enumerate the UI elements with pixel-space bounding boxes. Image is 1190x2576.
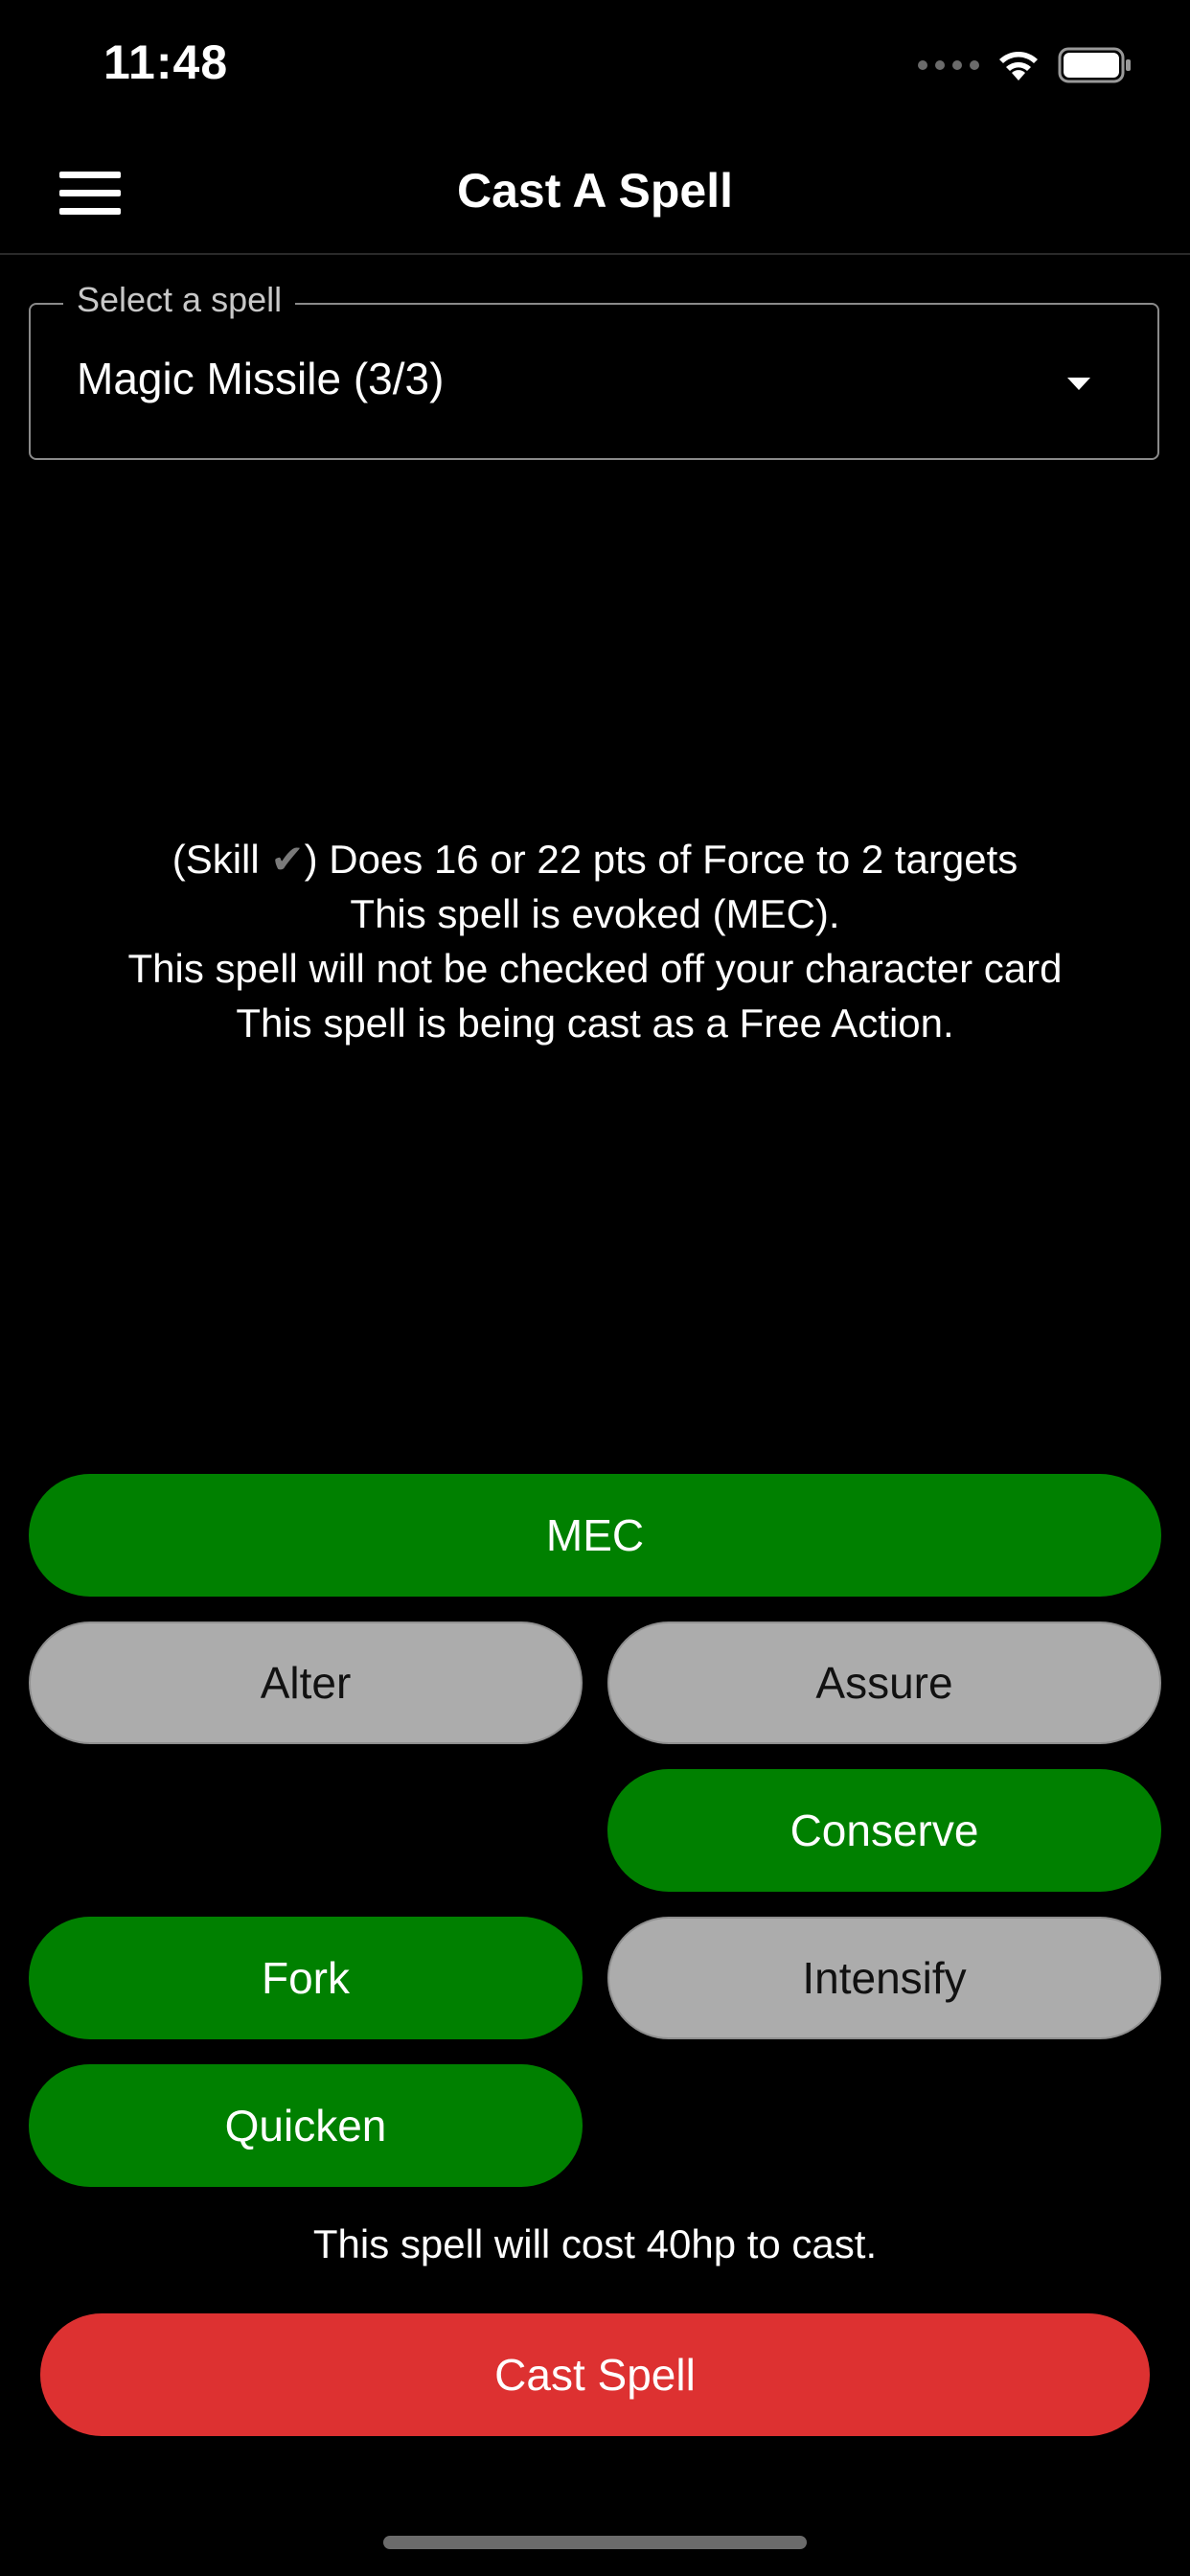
assure-button[interactable]: Assure (607, 1622, 1161, 1744)
fork-button[interactable]: Fork (29, 1917, 583, 2039)
description-line-3: This spell will not be checked off your … (127, 946, 1063, 991)
spell-cost-text: This spell will cost 40hp to cast. (312, 2221, 878, 2266)
battery-icon (1058, 47, 1131, 83)
checkmark-icon: ✔ (270, 837, 305, 882)
status-bar: 11:48 (0, 0, 1190, 134)
description-line-4: This spell is being cast as a Free Actio… (236, 1000, 954, 1046)
spell-description: (Skill ✔) Does 16 or 22 pts of Force to … (38, 832, 1152, 1050)
intensify-button[interactable]: Intensify (607, 1917, 1161, 2039)
mec-button[interactable]: MEC (29, 1474, 1161, 1597)
quicken-button[interactable]: Quicken (29, 2064, 583, 2187)
spell-select-value: Magic Missile (3/3) (77, 354, 445, 403)
cast-spell-button[interactable]: Cast Spell (40, 2313, 1150, 2436)
signal-dots-icon (918, 60, 979, 70)
alter-button[interactable]: Alter (29, 1622, 583, 1744)
description-line-2: This spell is evoked (MEC). (350, 891, 840, 936)
spell-select-label: Select a spell (63, 280, 296, 320)
status-icons (918, 44, 1133, 86)
page-title: Cast A Spell (456, 164, 734, 218)
spell-select[interactable]: Select a spell Magic Missile (3/3) (29, 280, 1159, 460)
home-indicator[interactable] (383, 2536, 807, 2549)
conserve-button[interactable]: Conserve (607, 1769, 1161, 1892)
description-line-1: (Skill ✔) Does 16 or 22 pts of Force to … (172, 837, 1018, 882)
nav-bar: Cast A Spell (0, 134, 1190, 255)
wifi-icon (999, 52, 1038, 80)
dropdown-arrow-icon[interactable] (1067, 378, 1090, 390)
status-time: 11:48 (103, 35, 229, 89)
